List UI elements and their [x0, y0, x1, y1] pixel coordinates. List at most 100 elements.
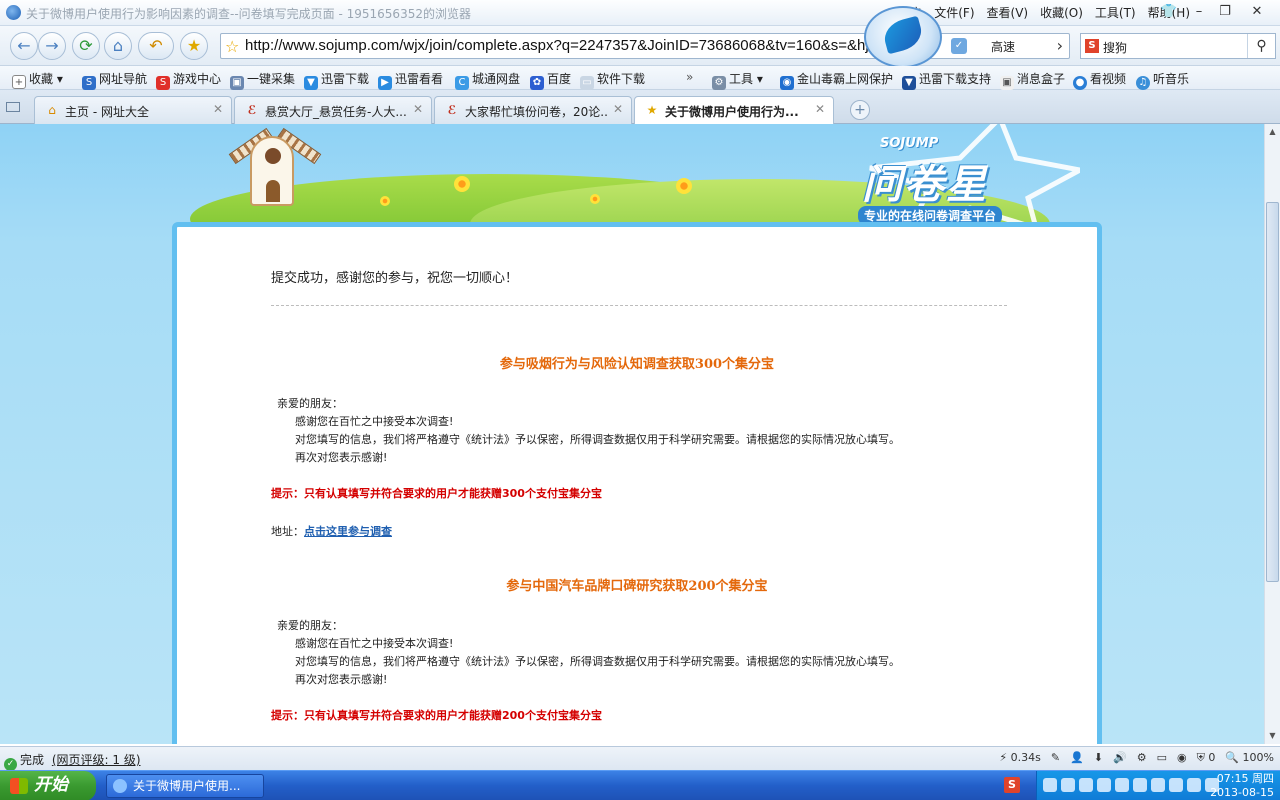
- close-icon[interactable]: ✕: [815, 102, 825, 116]
- page-rating-link[interactable]: (网页评级: 1 级): [52, 753, 141, 767]
- join-survey-link[interactable]: 点击这里参与调查: [304, 525, 392, 538]
- bookmark-xunlei-kankan[interactable]: ▶ 迅雷看看: [378, 70, 443, 90]
- windmill-illustration: [250, 136, 294, 206]
- status-text: ✓ 完成 (网页评级: 1 级): [4, 751, 141, 771]
- survey-title: 参与吸烟行为与风险认知调查获取300个集分宝: [499, 357, 775, 372]
- taskbar-item-browser[interactable]: 关于微博用户使用...: [106, 774, 264, 798]
- navigation-bar: ← → ⟳ ⌂ ↶ ★ ☆ http://www.sojump.com/wjx/…: [0, 26, 1280, 66]
- survey-address: 地址：点击这里参与调查: [271, 525, 392, 538]
- close-window-button[interactable]: ✕: [1244, 2, 1270, 22]
- search-box[interactable]: S 搜狗 ⚲: [1080, 33, 1276, 59]
- home-icon: ⌂: [48, 103, 56, 117]
- new-tab-button[interactable]: +: [850, 100, 870, 120]
- search-icon[interactable]: ⚲: [1247, 34, 1275, 58]
- eye-icon[interactable]: ◉: [1177, 751, 1187, 765]
- bookmark-collect[interactable]: ▣ 一键采集: [230, 70, 295, 90]
- address-bar[interactable]: ☆ http://www.sojump.com/wjx/join/complet…: [220, 33, 1070, 59]
- browser-logo-icon: [6, 5, 21, 20]
- success-message: 提交成功，感谢您的参与，祝您一切顺心！: [271, 271, 519, 286]
- tab-bar: ⌂ 主页 - 网址大全 ✕ ℰ 悬赏大厅_悬赏任务-人大... ✕ ℰ 大家帮忙…: [0, 90, 1280, 125]
- bookmark-xunlei-download[interactable]: ▼ 迅雷下载: [304, 70, 369, 90]
- volume-icon[interactable]: 🔊: [1113, 751, 1127, 765]
- maximize-button[interactable]: ❐: [1212, 2, 1238, 22]
- settings-icon[interactable]: ⚙: [1137, 751, 1147, 765]
- search-engine-label[interactable]: 搜狗: [1103, 39, 1127, 56]
- blocked-count[interactable]: ⛨ 0: [1197, 751, 1216, 765]
- bookmark-software[interactable]: ▭ 软件下载: [580, 70, 645, 90]
- bookmark-ctdisk[interactable]: C 城通网盘: [455, 70, 520, 90]
- vertical-scrollbar[interactable]: ▲ ▼: [1264, 124, 1280, 744]
- url-text[interactable]: http://www.sojump.com/wjx/join/complete.…: [245, 37, 885, 54]
- bookmark-message-box[interactable]: ▣ 消息盒子: [1000, 70, 1065, 90]
- menu-file[interactable]: 文件(F): [934, 4, 974, 21]
- bookmark-video[interactable]: ● 看视频: [1073, 70, 1126, 90]
- close-icon[interactable]: ✕: [213, 102, 223, 116]
- menu-favorites[interactable]: 收藏(O): [1040, 4, 1083, 21]
- bookmark-favorites[interactable]: + 收藏 ▾: [12, 70, 63, 89]
- sogou-input-icon[interactable]: S: [1004, 777, 1020, 793]
- window-icon[interactable]: ▭: [1157, 751, 1167, 765]
- close-icon[interactable]: ✕: [413, 102, 423, 116]
- menu-view[interactable]: 查看(V): [987, 4, 1029, 21]
- page-star-icon: ☆: [225, 37, 240, 56]
- refresh-icon[interactable]: ⟳: [72, 32, 100, 60]
- tab-survey-complete[interactable]: ★ 关于微博用户使用行为... ✕: [634, 96, 834, 125]
- undo-close-icon[interactable]: ↶: [138, 32, 174, 60]
- bookmarks-more-icon[interactable]: »: [686, 70, 693, 84]
- sogou-logo-icon[interactable]: S: [1085, 39, 1099, 53]
- tab-home[interactable]: ⌂ 主页 - 网址大全 ✕: [34, 96, 232, 124]
- bookmark-jinshan[interactable]: ◉ 金山毒霸上网保护: [780, 70, 893, 90]
- skin-icon[interactable]: 👕: [1156, 2, 1182, 22]
- speed-mode-label[interactable]: 高速: [991, 38, 1015, 55]
- survey-tip: 提示：只有认真填写并符合要求的用户才能获赠300个支付宝集分宝: [271, 487, 602, 500]
- dashed-divider: [271, 305, 1007, 306]
- user-icon[interactable]: 👤: [1070, 751, 1084, 765]
- go-arrow-icon[interactable]: ›: [1057, 36, 1063, 55]
- tray-icons[interactable]: [1043, 778, 1219, 792]
- bookmark-xunlei-support[interactable]: ▼ 迅雷下载支持: [902, 70, 991, 90]
- bookmark-tools[interactable]: ⚙ 工具 ▾: [712, 70, 763, 90]
- sojump-logo-en: SOJUMP: [880, 136, 939, 151]
- bookmark-music[interactable]: ♫ 听音乐: [1136, 70, 1189, 90]
- system-tray: 07:15 周四 2013-08-15: [1036, 771, 1280, 800]
- flower-icon: [676, 178, 692, 194]
- menu-bar: 账户 文件(F) 查看(V) 收藏(O) 工具(T) 帮助(H): [898, 4, 1190, 21]
- status-tools: ⚡ 0.34s ✎ 👤 ⬇ 🔊 ⚙ ▭ ◉ ⛨ 0 🔍 100%: [999, 751, 1274, 765]
- flower-icon: [454, 176, 470, 192]
- star-icon: ★: [646, 103, 658, 117]
- close-icon[interactable]: ✕: [613, 102, 623, 116]
- start-button[interactable]: 开始: [0, 771, 96, 800]
- bookmark-nav[interactable]: S 网址导航: [82, 70, 147, 90]
- content-card: 提交成功，感谢您的参与，祝您一切顺心！ 参与吸烟行为与风险认知调查获取300个集…: [172, 222, 1102, 744]
- scroll-down-icon[interactable]: ▼: [1265, 728, 1280, 744]
- window-title: 关于微博用户使用行为影响因素的调查--问卷填写完成页面 - 1951656352…: [26, 7, 471, 21]
- survey-tip: 提示：只有认真填写并符合要求的用户才能获赠200个支付宝集分宝: [271, 709, 602, 722]
- survey-title: 参与中国汽车品牌口碑研究获取200个集分宝: [506, 579, 768, 594]
- menu-tools[interactable]: 工具(T): [1095, 4, 1136, 21]
- download-icon[interactable]: ⬇: [1094, 751, 1103, 765]
- sojump-banner: SOJUMP 问卷星 专业的在线问卷调查平台: [170, 124, 1110, 269]
- flower-icon: [380, 196, 390, 206]
- taskbar: 开始 关于微博用户使用... S 07:15 周四 2013-08-15: [0, 770, 1280, 800]
- title-bar: 关于微博用户使用行为影响因素的调查--问卷填写完成页面 - 1951656352…: [0, 0, 1280, 26]
- bookmark-games[interactable]: S 游戏中心: [156, 70, 221, 90]
- minimize-button[interactable]: –: [1186, 2, 1212, 22]
- favorite-star-icon[interactable]: ★: [180, 32, 208, 60]
- survey-letter: 亲爱的朋友： 感谢您在百忙之中接受本次调查! 对您填写的信息，我们将严格遵守《统…: [277, 397, 900, 464]
- security-shield-icon[interactable]: ✓: [951, 38, 967, 54]
- tab-list-icon[interactable]: [6, 102, 20, 112]
- speed-indicator: ⚡ 0.34s: [999, 751, 1041, 764]
- forward-icon[interactable]: →: [38, 32, 66, 60]
- zoom-control[interactable]: 🔍 100%: [1225, 751, 1274, 765]
- pen-icon[interactable]: ✎: [1051, 751, 1060, 765]
- scroll-thumb[interactable]: [1266, 202, 1279, 582]
- scroll-up-icon[interactable]: ▲: [1265, 124, 1280, 140]
- tab-survey-help[interactable]: ℰ 大家帮忙填份问卷，20论... ✕: [434, 96, 632, 124]
- tab-reward-hall[interactable]: ℰ 悬赏大厅_悬赏任务-人大... ✕: [234, 96, 432, 124]
- bookmark-baidu[interactable]: ✿ 百度: [530, 70, 571, 90]
- clock[interactable]: 07:15 周四 2013-08-15: [1210, 772, 1274, 800]
- home-icon[interactable]: ⌂: [104, 32, 132, 60]
- back-icon[interactable]: ←: [10, 32, 38, 60]
- bookmarks-bar: + 收藏 ▾ S 网址导航 S 游戏中心 ▣ 一键采集 ▼ 迅雷下载 ▶ 迅雷看看 C 城通网…: [0, 66, 1280, 90]
- flower-icon: [590, 194, 600, 204]
